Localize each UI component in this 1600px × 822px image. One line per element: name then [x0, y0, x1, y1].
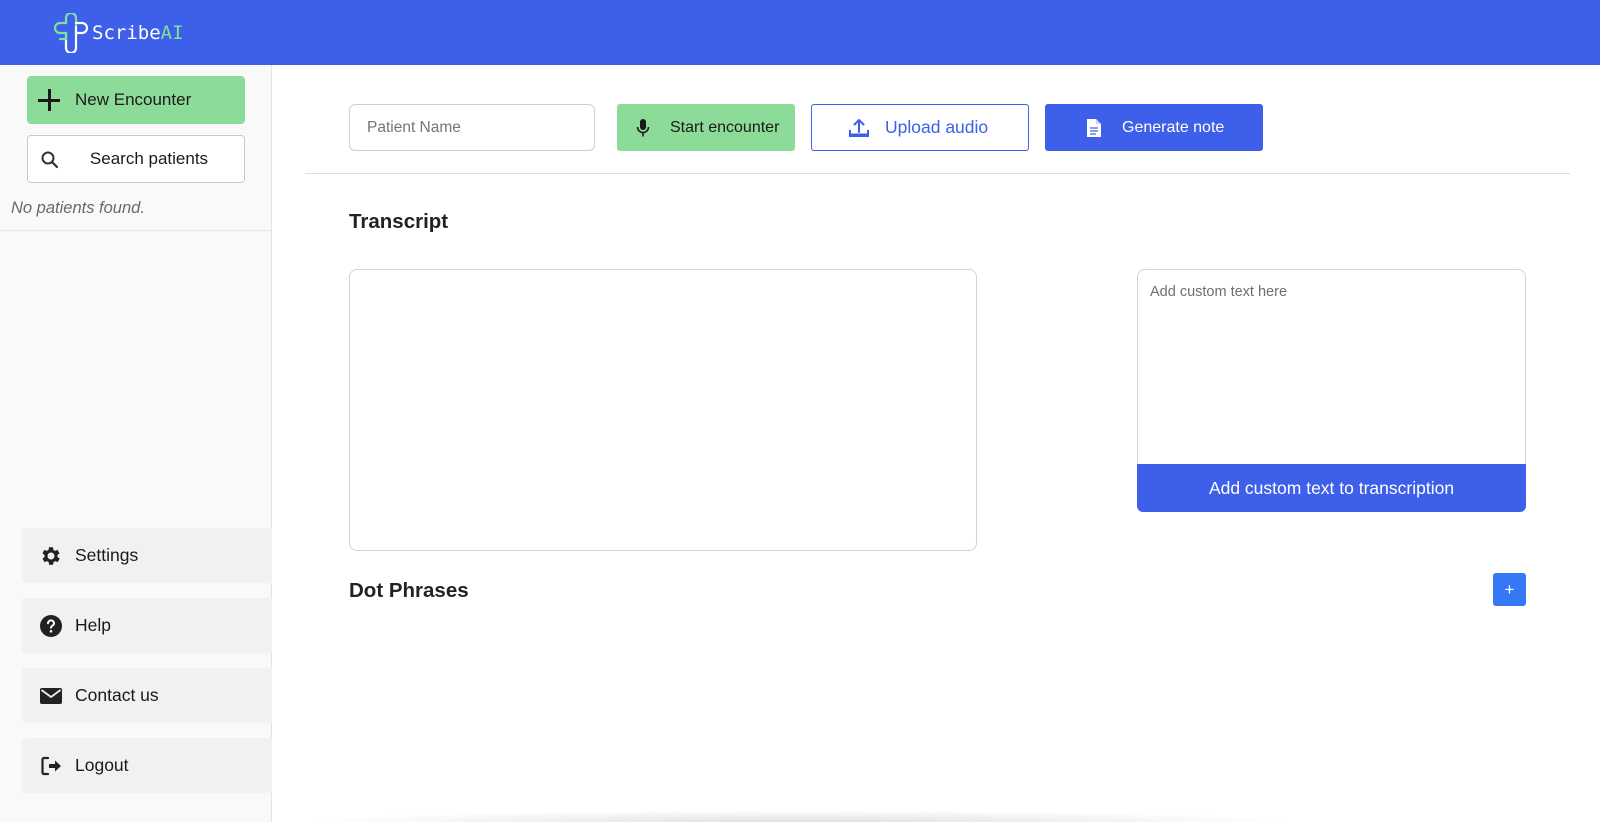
logout-icon: [41, 756, 61, 775]
sidebar-item-logout[interactable]: Logout: [22, 738, 272, 793]
sidebar-item-label: Help: [75, 615, 111, 635]
sidebar-item-settings[interactable]: Settings: [22, 528, 272, 583]
toolbar-divider: [305, 173, 1570, 174]
generate-note-label: Generate note: [1122, 118, 1225, 136]
generate-note-button[interactable]: Generate note: [1045, 104, 1263, 151]
new-encounter-label: New Encounter: [75, 90, 192, 109]
start-encounter-button[interactable]: Start encounter: [617, 104, 795, 151]
question-circle-icon: [40, 614, 62, 637]
transcript-heading: Transcript: [349, 210, 449, 233]
start-encounter-label: Start encounter: [670, 118, 780, 136]
new-encounter-button[interactable]: New Encounter: [27, 76, 245, 124]
search-patients-button[interactable]: Search patients: [27, 135, 245, 183]
plus-icon: [37, 88, 61, 112]
empty-patients-message: No patients found.: [11, 199, 145, 217]
bottom-shadow: [300, 810, 1300, 822]
gear-icon: [42, 546, 60, 565]
logo-cross-icon: [53, 13, 89, 53]
add-custom-text-button[interactable]: Add custom text to transcription: [1137, 464, 1526, 512]
sidebar-item-label: Settings: [75, 545, 139, 565]
sidebar-divider: [0, 230, 272, 231]
upload-icon: [849, 118, 869, 137]
document-icon: [1087, 118, 1101, 137]
microphone-icon: [636, 118, 650, 136]
logo-text: ScribeAI: [92, 22, 184, 44]
custom-text-panel: Add custom text to transcription: [1137, 269, 1526, 512]
sidebar-item-label: Contact us: [75, 685, 159, 705]
sidebar-item-help[interactable]: Help: [22, 598, 272, 653]
patient-name-input[interactable]: [349, 104, 595, 151]
add-dot-phrase-button[interactable]: +: [1493, 573, 1526, 606]
custom-text-input[interactable]: [1137, 269, 1526, 465]
transcript-area[interactable]: [349, 269, 977, 551]
envelope-icon: [40, 687, 62, 704]
sidebar: New Encounter Search patients No patient…: [0, 65, 272, 822]
upload-audio-button[interactable]: Upload audio: [811, 104, 1029, 151]
sidebar-item-contact[interactable]: Contact us: [22, 668, 272, 723]
sidebar-item-label: Logout: [75, 755, 129, 775]
search-patients-label: Search patients: [89, 149, 209, 168]
app-logo[interactable]: ScribeAI: [52, 13, 184, 53]
dot-phrases-heading: Dot Phrases: [349, 579, 469, 602]
upload-audio-label: Upload audio: [885, 117, 989, 137]
top-bar: ScribeAI: [0, 0, 1600, 65]
